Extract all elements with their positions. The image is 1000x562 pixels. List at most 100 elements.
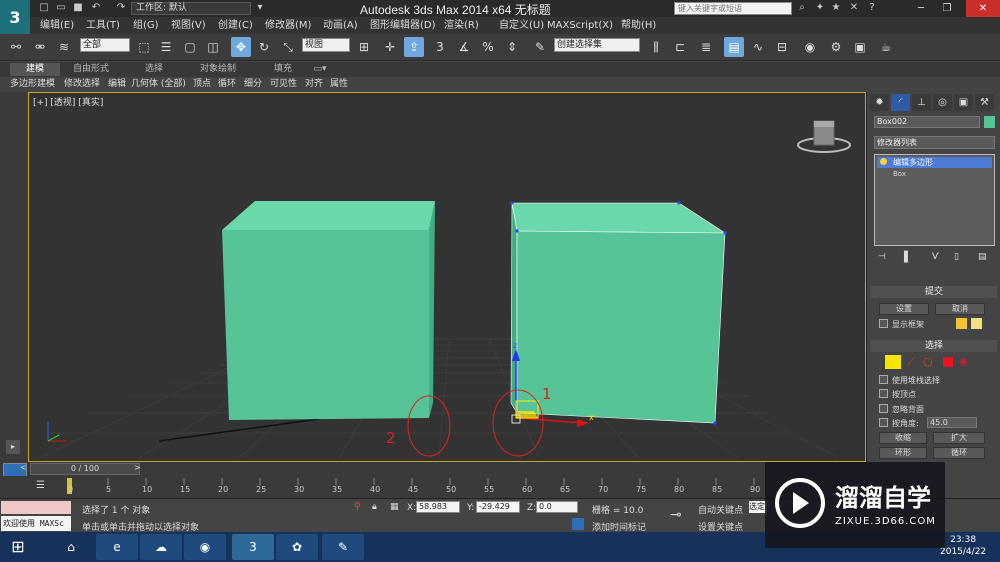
viewport-label[interactable]: [+] [透视] [真实] (33, 95, 103, 108)
redo-icon[interactable]: ↷ (115, 2, 127, 14)
time-slider[interactable]: 0 / 100 (30, 463, 140, 475)
scale-icon[interactable]: ⤡ (278, 37, 298, 57)
keyboard-shortcut-icon[interactable]: ⇪ (404, 37, 424, 57)
settings-button[interactable]: 设置 (879, 303, 929, 315)
element-mode-icon[interactable]: ◈ (959, 355, 967, 368)
material-editor-icon[interactable]: ◉ (800, 37, 820, 57)
ribbon-subdivision[interactable]: 细分 (244, 77, 262, 92)
menu-help[interactable]: 帮助(H) (621, 17, 656, 34)
workspace-dropdown[interactable]: 工作区: 默认 (131, 2, 251, 15)
menu-tools[interactable]: 工具(T) (86, 17, 120, 34)
ribbon-geometry-all[interactable]: 几何体 (全部) (131, 77, 186, 92)
object-name-field[interactable]: Box002 (874, 116, 980, 128)
schematic-view-icon[interactable]: ⊟ (772, 37, 792, 57)
palette-icon[interactable]: ✎ (322, 534, 364, 560)
polygon-mode-icon[interactable] (943, 357, 953, 367)
pin-stack-icon[interactable]: ⊣ (878, 252, 886, 262)
layer-manager-icon[interactable]: ≣ (696, 37, 716, 57)
minimize-button[interactable]: ─ (908, 0, 934, 17)
grow-button[interactable]: 扩大 (933, 432, 985, 444)
menu-create[interactable]: 创建(C) (218, 17, 253, 34)
expand-arrow-icon[interactable]: ▸ (6, 440, 20, 454)
hierarchy-tab-icon[interactable]: ⊥ (912, 94, 931, 111)
snap-toggle-icon[interactable]: 3 (430, 37, 450, 57)
lightbulb-icon[interactable] (880, 158, 887, 165)
maxscript-mini-listener[interactable]: 欢迎使用 MAXSc (1, 516, 71, 531)
use-stack-checkbox[interactable]: 使用堆栈选择 (879, 375, 940, 386)
community-icon[interactable]: ✦ (814, 2, 826, 14)
unlink-icon[interactable]: ⚮ (30, 37, 50, 57)
rotate-icon[interactable]: ↻ (254, 37, 274, 57)
align-icon[interactable]: ⊏ (670, 37, 690, 57)
cage-color-swatch-2[interactable] (971, 318, 982, 329)
stack-item-box[interactable]: Box (893, 170, 906, 178)
network-icon[interactable]: ☁ (140, 534, 182, 560)
ring-button[interactable]: 环形 (879, 447, 927, 459)
tab-freeform[interactable]: 自由形式 (64, 63, 118, 76)
open-file-icon[interactable]: ▭ (55, 2, 67, 14)
tab-populate[interactable]: 填充 (260, 63, 306, 76)
maxscript-listener-input[interactable] (1, 501, 71, 514)
vertex-mode-icon[interactable] (885, 355, 901, 369)
menu-animation[interactable]: 动画(A) (323, 17, 358, 34)
named-selection-dropdown[interactable]: 创建选择集 (554, 38, 640, 52)
close-button[interactable]: ✕ (966, 0, 1000, 17)
new-file-icon[interactable]: □ (38, 2, 50, 14)
modify-tab-icon[interactable]: ◜ (891, 94, 910, 111)
render-setup-icon[interactable]: ⚙ (826, 37, 846, 57)
prev-frame-icon[interactable]: < (20, 463, 27, 472)
ribbon-edit[interactable]: 编辑 (108, 77, 126, 92)
utilities-tab-icon[interactable]: ⚒ (975, 94, 994, 111)
select-object-icon[interactable]: ⬚ (134, 37, 154, 57)
select-manipulate-icon[interactable]: ✛ (380, 37, 400, 57)
isolate-selection-icon[interactable]: ⚲ (354, 502, 361, 512)
bind-spacewarp-icon[interactable]: ≋ (54, 37, 74, 57)
box-left[interactable] (222, 201, 435, 420)
ribbon-poly-modeling[interactable]: 多边形建模 (10, 77, 55, 92)
window-crossing-icon[interactable]: ◫ (203, 37, 223, 57)
selection-rollout-head[interactable]: 选择 (871, 340, 997, 352)
menu-customize[interactable]: 自定义(U) (499, 17, 544, 34)
ribbon-modify-selection[interactable]: 修改选择 (64, 77, 100, 92)
track-bar[interactable]: ☰ 0 5 10 15 20 25 30 35 40 45 50 55 60 6… (0, 476, 866, 498)
menu-rendering[interactable]: 渲染(R) (444, 17, 479, 34)
show-end-result-icon[interactable]: ▌ (904, 252, 912, 263)
angle-value-field[interactable]: 45.0 (927, 417, 977, 428)
select-by-name-icon[interactable]: ☰ (156, 37, 176, 57)
perspective-viewport[interactable]: z x 1 2 [+] [透视] [真实] (28, 92, 866, 462)
z-coord-field[interactable]: 0.0 (536, 501, 578, 513)
rect-selection-icon[interactable]: ▢ (180, 37, 200, 57)
auto-key-label[interactable]: 自动关键点 (698, 503, 743, 516)
help-icon[interactable]: ? (866, 2, 878, 14)
shrink-button[interactable]: 收缩 (879, 432, 927, 444)
show-cage-checkbox[interactable]: 显示框架 (879, 319, 924, 330)
by-vertex-checkbox[interactable]: 按顶点 (879, 389, 916, 400)
tab-object-paint[interactable]: 对象绘制 (190, 63, 246, 76)
object-color-swatch[interactable] (984, 116, 995, 128)
paint-icon[interactable]: ✿ (276, 534, 318, 560)
favorites-icon[interactable]: ★ (830, 2, 842, 14)
angle-snap-icon[interactable]: ∡ (454, 37, 474, 57)
next-frame-icon[interactable]: > (134, 463, 141, 472)
selection-lock-icon[interactable]: 🔒︎ (372, 502, 377, 512)
viewcube[interactable] (797, 120, 851, 153)
display-tab-icon[interactable]: ▣ (954, 94, 973, 111)
windows-start-icon[interactable]: ⊞ (6, 536, 30, 558)
menu-modifiers[interactable]: 修改器(M) (265, 17, 311, 34)
rendered-frame-icon[interactable]: ▣ (850, 37, 870, 57)
selection-filter-dropdown[interactable]: 全部 (80, 38, 130, 52)
y-coord-field[interactable]: -29.429 (476, 501, 520, 513)
remove-modifier-icon[interactable]: ▯ (954, 252, 959, 262)
reference-coord-dropdown[interactable]: 视图 (302, 38, 350, 52)
menu-group[interactable]: 组(G) (133, 17, 159, 34)
ribbon-options-icon[interactable]: ▭▾ (310, 63, 330, 76)
ribbon-loops[interactable]: 循环 (218, 77, 236, 92)
make-unique-icon[interactable]: Ѵ (932, 252, 939, 262)
tab-modeling[interactable]: 建模 (10, 63, 60, 76)
configure-sets-icon[interactable]: ▤ (978, 252, 987, 262)
pivot-center-icon[interactable]: ⊞ (354, 37, 374, 57)
close-search-icon[interactable]: ✕ (848, 2, 860, 14)
x-coord-field[interactable]: 58.983 (416, 501, 460, 513)
search-icon[interactable]: ⌕ (796, 2, 808, 14)
create-tab-icon[interactable]: ✹ (870, 94, 889, 111)
